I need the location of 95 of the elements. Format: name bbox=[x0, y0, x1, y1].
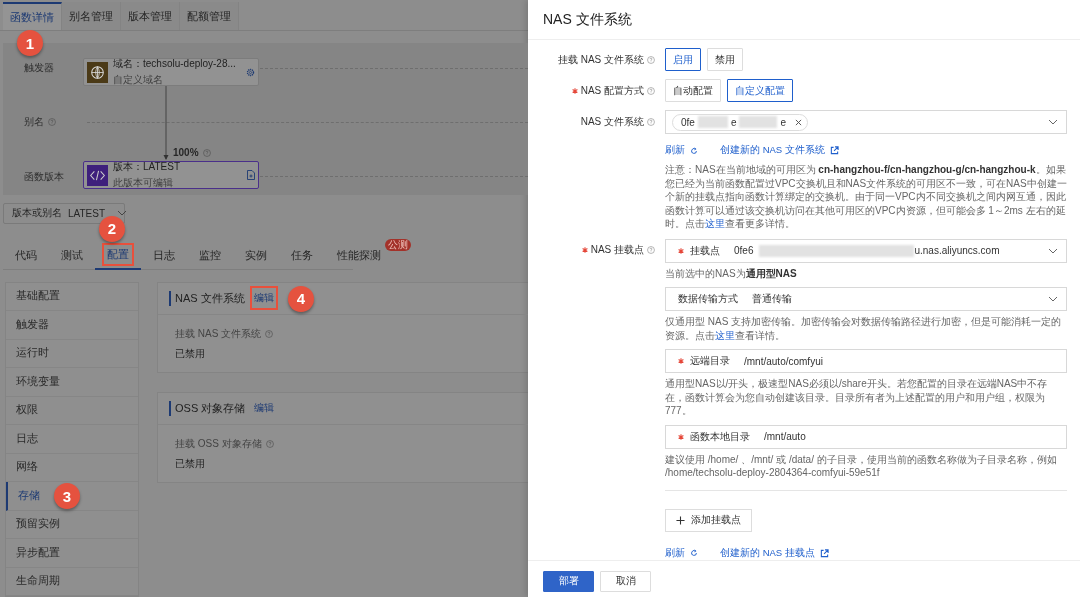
field-label: 挂载 OSS 对象存储 bbox=[175, 436, 262, 451]
card-title: OSS 对象存储 bbox=[169, 400, 246, 416]
input-field[interactable]: 远端目录 /mnt/auto/comfyui bbox=[665, 349, 1067, 373]
node-subtitle: 自定义域名 bbox=[113, 73, 164, 88]
row-label: 别名 bbox=[24, 115, 44, 130]
field-label: 挂载 NAS 文件系统 bbox=[175, 326, 262, 341]
node-subtitle: 此版本可编辑 bbox=[113, 176, 174, 191]
chevron-down-icon bbox=[1048, 296, 1058, 302]
help-icon bbox=[202, 148, 211, 157]
sidebar-item[interactable]: 异步配置 bbox=[6, 539, 138, 568]
hint-text: 仅通用型 NAS 支持加密传输。加密传输会对数据传输路径进行加密，但是可能消耗一定的资源。点击这里查看详情。 bbox=[665, 315, 1063, 342]
help-icon bbox=[265, 439, 274, 448]
note-text: 注意：NAS在当前地域的可用区为 cn-hangzhou-f/cn-hangzhou-g/cn-hangzhou-k。如果您已经为当前函数配置过VPC交换机且和NAS文件系统的可用区不一致，可在NAS中创建一个新的挂载点指向函数计算绑定的交换机。由于同一VPC内不同交换机之间内网互通，因此函数计算可以通过该交换机访问在其他可用区的VPC内资源，但可能会多 1～2ms 左右的延时。点击这里查看更多详情。 bbox=[665, 163, 1067, 231]
details-link[interactable]: 这里 bbox=[715, 329, 735, 341]
refresh-icon bbox=[690, 549, 698, 557]
field-value: 已禁用 bbox=[175, 456, 206, 471]
external-link-icon bbox=[829, 146, 839, 155]
details-link[interactable]: 这里 bbox=[705, 218, 725, 229]
option-button[interactable]: 自定义配置 bbox=[727, 79, 793, 102]
mount-select[interactable]: 挂载点 0fe6 u.nas.aliyuncs.com bbox=[665, 238, 1067, 263]
form-label: NAS 配置方式 bbox=[580, 83, 644, 98]
refresh-link[interactable]: 刷新 bbox=[665, 144, 698, 157]
config-tab[interactable]: 日志 bbox=[141, 241, 187, 270]
help-icon bbox=[647, 55, 655, 64]
sidebar-item[interactable]: 基础配置 bbox=[6, 282, 138, 311]
hint-text: 建议使用 /home/ 、/mnt/ 或 /data/ 的子目录，使用当前的函数名称做为子目录名称，例如 /home/techsolu-deploy-2804364-comfyui-59e51f bbox=[665, 452, 1058, 480]
config-tab[interactable]: 任务 bbox=[279, 241, 325, 270]
close-icon[interactable] bbox=[795, 118, 803, 126]
option-button[interactable]: 自动配置 bbox=[665, 79, 721, 102]
help-icon bbox=[647, 117, 655, 126]
step-number-badge: 2 bbox=[99, 215, 125, 242]
sidebar-item[interactable]: 预留实例 bbox=[6, 510, 138, 539]
row-label: 函数版本 bbox=[24, 170, 64, 185]
config-tab[interactable]: 代码 bbox=[3, 241, 49, 270]
page-tab[interactable]: 函数详情 bbox=[3, 2, 62, 31]
chevron-down-icon bbox=[117, 210, 128, 217]
form-label: NAS 文件系统 bbox=[580, 114, 644, 129]
step-number-badge: 1 bbox=[17, 30, 43, 56]
row-label: 触发器 bbox=[24, 61, 54, 76]
form-label: 挂载 NAS 文件系统 bbox=[557, 52, 644, 67]
drawer-title: NAS 文件系统 bbox=[543, 10, 632, 29]
deploy-button[interactable]: 部署 bbox=[543, 570, 594, 592]
sidebar-item[interactable]: 网络 bbox=[6, 453, 138, 482]
node-title: 域名：techsolu-deploy-28... bbox=[113, 57, 237, 72]
blurred-text-mask bbox=[697, 116, 728, 128]
config-tab[interactable]: 测试 bbox=[49, 241, 95, 270]
settings-icon[interactable] bbox=[246, 67, 255, 77]
chevron-down-icon bbox=[1048, 247, 1058, 254]
required-icon bbox=[678, 358, 684, 364]
step-number-badge: 3 bbox=[54, 483, 80, 509]
help-icon bbox=[647, 86, 655, 95]
version-node[interactable]: 版本：LATEST 此版本可编辑 bbox=[83, 161, 259, 190]
mount-select[interactable]: 数据传输方式 普通传输 bbox=[665, 287, 1067, 311]
refresh-icon bbox=[690, 146, 698, 155]
code-icon bbox=[87, 164, 108, 186]
file-icon[interactable] bbox=[247, 170, 255, 181]
form-label: NAS 挂载点 bbox=[590, 243, 644, 257]
help-icon bbox=[265, 329, 274, 338]
refresh-link[interactable]: 刷新 bbox=[665, 546, 698, 560]
node-title: 版本：LATEST bbox=[113, 160, 182, 175]
hint-text: 通用型NAS以/开头，极速型NAS必须以/share开头。若您配置的目录在远端NAS中不存在，函数计算会为您自动创建该目录。目录所有者为上述配置的用户和用户组，权限为777。 bbox=[665, 377, 1049, 418]
sidebar-item[interactable]: 运行时 bbox=[6, 339, 138, 368]
plus-icon bbox=[676, 515, 685, 525]
create-mount-point-link[interactable]: 创建新的 NAS 挂载点 bbox=[720, 546, 829, 560]
option-button[interactable]: 启用 bbox=[665, 48, 701, 71]
edit-link[interactable]: 编辑 bbox=[249, 286, 278, 310]
edit-link[interactable]: 编辑 bbox=[250, 396, 279, 420]
filesystem-select[interactable]: 0fe e e bbox=[665, 110, 1067, 134]
trigger-node[interactable]: 域名：techsolu-deploy-28... 自定义域名 bbox=[83, 58, 259, 87]
required-icon bbox=[678, 247, 684, 254]
card-title: NAS 文件系统 bbox=[169, 290, 245, 306]
external-link-icon bbox=[819, 548, 829, 558]
required-icon bbox=[678, 433, 684, 440]
help-icon bbox=[647, 246, 655, 254]
config-tab[interactable]: 监控 bbox=[187, 241, 233, 270]
field-value: 已禁用 bbox=[175, 346, 206, 361]
sidebar-item[interactable]: 触发器 bbox=[6, 311, 138, 340]
create-filesystem-link[interactable]: 创建新的 NAS 文件系统 bbox=[720, 144, 839, 157]
input-field[interactable]: 函数本地目录 /mnt/auto bbox=[665, 424, 1067, 449]
sidebar-item[interactable]: 权限 bbox=[6, 396, 138, 425]
traffic-percent: 100% bbox=[173, 147, 199, 159]
sidebar-item[interactable]: 生命周期 bbox=[6, 567, 138, 596]
cancel-button[interactable]: 取消 bbox=[600, 570, 651, 592]
hint-text: 当前选中的NAS为通用型NAS bbox=[665, 266, 798, 280]
sidebar-item[interactable]: 环境变量 bbox=[6, 368, 138, 397]
sidebar-item[interactable]: 日志 bbox=[6, 425, 138, 454]
option-button[interactable]: 禁用 bbox=[707, 48, 743, 71]
config-tab[interactable]: 实例 bbox=[233, 241, 279, 270]
beta-badge: 公测 bbox=[385, 238, 411, 251]
chevron-down-icon bbox=[1048, 119, 1058, 125]
blurred-text-mask bbox=[739, 116, 778, 128]
step-number-badge: 4 bbox=[288, 285, 314, 312]
help-icon bbox=[48, 118, 56, 127]
add-mount-point-button[interactable]: 添加挂载点 bbox=[665, 508, 752, 532]
globe-icon bbox=[87, 61, 108, 83]
